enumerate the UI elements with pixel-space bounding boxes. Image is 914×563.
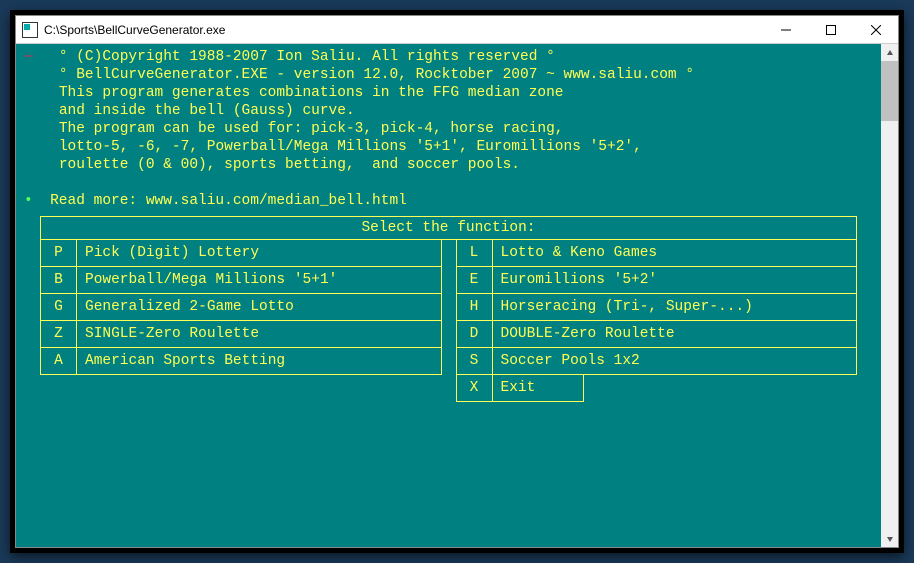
menu-item-pick[interactable]: P Pick (Digit) Lottery [40,240,442,267]
window-title: C:\Sports\BellCurveGenerator.exe [44,23,763,37]
intro-line-2: ° BellCurveGenerator.EXE - version 12.0,… [59,67,694,83]
menu-label: Pick (Digit) Lottery [77,240,441,266]
vertical-scrollbar[interactable] [881,44,898,547]
menu-label: Horseracing (Tri-, Super-...) [493,294,857,320]
menu-key: H [457,294,493,320]
scroll-down-button[interactable] [881,530,898,547]
minimize-button[interactable] [763,16,808,44]
menu-item-horseracing[interactable]: H Horseracing (Tri-, Super-...) [456,294,858,321]
menu-key: X [457,375,493,401]
menu-right-column: L Lotto & Keno Games E Euromillions '5+2… [456,240,858,375]
scroll-up-button[interactable] [881,44,898,61]
scroll-track[interactable] [881,61,898,530]
menu-label: SINGLE-Zero Roulette [77,321,441,347]
menu-label: Powerball/Mega Millions '5+1' [77,267,441,293]
menu-title: Select the function: [40,216,857,240]
menu-key: P [41,240,77,266]
menu-key: B [41,267,77,293]
menu-item-generalized[interactable]: G Generalized 2-Game Lotto [40,294,442,321]
readmore-line: Read more: www.saliu.com/median_bell.htm… [50,193,407,209]
menu-label: Exit [493,375,583,401]
menu-item-powerball[interactable]: B Powerball/Mega Millions '5+1' [40,267,442,294]
maximize-button[interactable] [808,16,853,44]
menu-label: Soccer Pools 1x2 [493,348,857,374]
intro-line-1: ° (C)Copyright 1988-2007 Ion Saliu. All … [59,49,555,65]
menu-label: Euromillions '5+2' [493,267,857,293]
intro-line-4: and inside the bell (Gauss) curve. [59,103,355,119]
menu-key: D [457,321,493,347]
menu-key: Z [41,321,77,347]
scroll-thumb[interactable] [881,61,898,121]
console-area[interactable]: — ° (C)Copyright 1988-2007 Ion Saliu. Al… [16,44,881,547]
intro-text: — ° (C)Copyright 1988-2007 Ion Saliu. Al… [24,48,873,210]
window: C:\Sports\BellCurveGenerator.exe — ° (C)… [15,15,899,548]
menu-key: S [457,348,493,374]
menu-label: American Sports Betting [77,348,441,374]
window-border: C:\Sports\BellCurveGenerator.exe — ° (C)… [10,10,904,553]
menu-label: DOUBLE-Zero Roulette [493,321,857,347]
menu-key: G [41,294,77,320]
menu-key: E [457,267,493,293]
app-icon [22,22,38,38]
menu-item-exit[interactable]: X Exit [456,375,584,402]
intro-line-5: The program can be used for: pick-3, pic… [59,121,564,137]
menu-item-soccer-pools[interactable]: S Soccer Pools 1x2 [456,348,858,375]
menu-key: A [41,348,77,374]
menu-item-lotto-keno[interactable]: L Lotto & Keno Games [456,240,858,267]
intro-line-7: roulette (0 & 00), sports betting, and s… [59,157,520,173]
cursor-mark: — [24,49,33,65]
menu-item-american-sports[interactable]: A American Sports Betting [40,348,442,375]
close-button[interactable] [853,16,898,44]
menu-label: Generalized 2-Game Lotto [77,294,441,320]
menu-label: Lotto & Keno Games [493,240,857,266]
menu-item-double-zero[interactable]: D DOUBLE-Zero Roulette [456,321,858,348]
menu-item-euromillions[interactable]: E Euromillions '5+2' [456,267,858,294]
menu-key: L [457,240,493,266]
menu-item-single-zero[interactable]: Z SINGLE-Zero Roulette [40,321,442,348]
bullet-icon: • [24,193,33,209]
intro-line-3: This program generates combinations in t… [59,85,564,101]
menu-left-column: P Pick (Digit) Lottery B Powerball/Mega … [40,240,442,375]
titlebar[interactable]: C:\Sports\BellCurveGenerator.exe [16,16,898,44]
intro-line-6: lotto-5, -6, -7, Powerball/Mega Millions… [59,139,642,155]
